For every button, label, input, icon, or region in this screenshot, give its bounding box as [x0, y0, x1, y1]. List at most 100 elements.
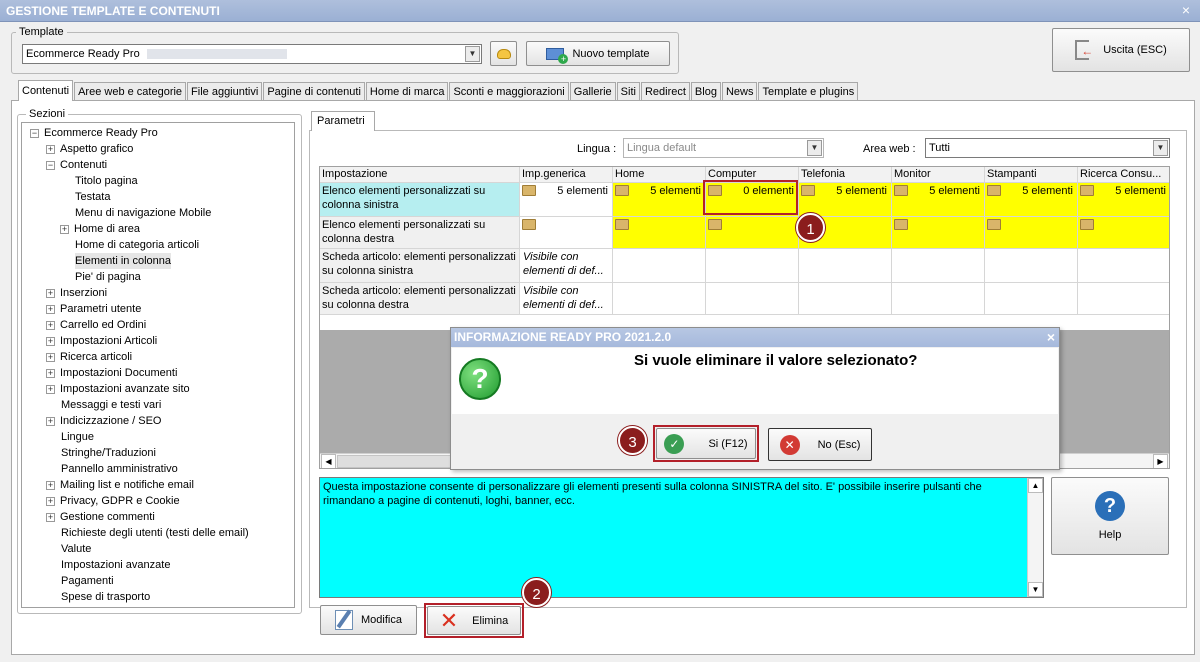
yes-button[interactable]: ✓ Si (F12) [656, 428, 756, 459]
grid-cell[interactable] [1078, 283, 1169, 315]
tab-redirect[interactable]: Redirect [640, 82, 690, 101]
tree-item[interactable]: Menu di navigazione Mobile [75, 205, 211, 221]
chevron-down-icon[interactable]: ▼ [807, 140, 822, 156]
tree-item[interactable]: Messaggi e testi vari [61, 397, 161, 413]
tree-item[interactable]: + Impostazioni avanzate sito [46, 381, 190, 397]
grid-cell[interactable]: Visibile con elementi di def... [520, 283, 613, 315]
grid-header[interactable]: Telefonia [799, 167, 892, 183]
tree-item[interactable]: Valute [61, 541, 91, 557]
tab-gallerie[interactable]: Gallerie [569, 82, 616, 101]
tab-news[interactable]: News [721, 82, 758, 101]
expand-icon[interactable]: + [46, 288, 55, 298]
tree-item[interactable]: + Gestione commenti [46, 509, 155, 525]
tab-pagine-di-contenuti[interactable]: Pagine di contenuti [263, 82, 365, 101]
grid-cell[interactable] [799, 249, 892, 283]
grid-cell[interactable] [1078, 217, 1169, 249]
grid-cell[interactable] [706, 217, 799, 249]
grid-cell[interactable]: Visibile con elementi di def... [520, 249, 613, 283]
tree-item[interactable]: + Aspetto grafico [46, 141, 133, 157]
tab-template-e-plugins[interactable]: Template e plugins [758, 82, 859, 101]
tree-item[interactable]: + Privacy, GDPR e Cookie [46, 493, 180, 509]
tree-item[interactable]: + Indicizzazione / SEO [46, 413, 162, 429]
grid-header[interactable]: Imp.generica [520, 167, 613, 183]
grid-cell[interactable]: 5 elementi [613, 183, 706, 217]
grid-header[interactable]: Home [613, 167, 706, 183]
tree-item[interactable]: Spese di trasporto [61, 589, 150, 605]
tree-item[interactable]: + Inserzioni [46, 285, 107, 301]
tree-item[interactable]: Richieste degli utenti (testi delle emai… [61, 525, 249, 541]
tree-item[interactable]: + Impostazioni Documenti [46, 365, 177, 381]
elimina-button[interactable]: ✕ Elimina [427, 606, 521, 635]
grid-header[interactable]: Ricerca Consu... [1078, 167, 1169, 183]
template-select[interactable]: Ecommerce Ready Pro ▼ [22, 44, 482, 64]
expand-icon[interactable]: + [46, 416, 55, 426]
tab-aree-web-e-categorie[interactable]: Aree web e categorie [74, 82, 187, 101]
description-scrollbar[interactable]: ▲ ▼ [1027, 478, 1043, 597]
new-template-button[interactable]: + Nuovo template [526, 41, 670, 66]
tab-sconti-e-maggiorazioni[interactable]: Sconti e maggiorazioni [449, 82, 569, 101]
grid-cell[interactable] [706, 249, 799, 283]
grid-row-label[interactable]: Scheda articolo: elementi personalizzati… [320, 283, 520, 315]
expand-icon[interactable]: + [60, 224, 69, 234]
collapse-icon[interactable]: − [46, 160, 55, 170]
grid-cell[interactable] [892, 217, 985, 249]
expand-icon[interactable]: + [46, 336, 55, 346]
grid-header[interactable]: Impostazione [320, 167, 520, 183]
help-button[interactable]: ? Help [1051, 477, 1169, 555]
tree-item[interactable]: Titolo pagina [75, 173, 138, 189]
expand-icon[interactable]: + [46, 304, 55, 314]
grid-cell[interactable] [892, 249, 985, 283]
tree-item[interactable]: Pannello amministrativo [61, 461, 178, 477]
lingua-select[interactable]: Lingua default ▼ [623, 138, 824, 158]
grid-cell[interactable] [892, 283, 985, 315]
tab-blog[interactable]: Blog [690, 82, 721, 101]
tab-siti[interactable]: Siti [616, 82, 640, 101]
sections-tree[interactable]: − Ecommerce Ready Pro + Aspetto grafico − Co… [21, 122, 295, 608]
grid-row-label[interactable]: Elenco elementi personalizzati su colonn… [320, 183, 520, 217]
expand-icon[interactable]: + [46, 384, 55, 394]
tree-item[interactable]: Stringhe/Traduzioni [61, 445, 156, 461]
grid-cell[interactable]: 5 elementi [520, 183, 613, 217]
tab-parametri[interactable]: Parametri [311, 111, 375, 131]
tree-item[interactable]: Lingue [61, 429, 94, 445]
expand-icon[interactable]: + [46, 480, 55, 490]
tree-item[interactable]: + Impostazioni Articoli [46, 333, 157, 349]
scroll-left-icon[interactable]: ◀ [321, 454, 336, 468]
scroll-right-icon[interactable]: ▶ [1153, 454, 1168, 468]
tree-item[interactable]: Pagamenti [61, 573, 114, 589]
exit-button[interactable]: ← Uscita (ESC) [1052, 28, 1190, 72]
grid-cell[interactable]: 5 elementi [799, 183, 892, 217]
grid-cell[interactable] [706, 283, 799, 315]
tree-root[interactable]: − Ecommerce Ready Pro [30, 125, 158, 141]
expand-icon[interactable]: + [46, 144, 55, 154]
tree-item[interactable]: − Contenuti [46, 157, 107, 173]
area-select[interactable]: Tutti ▼ [925, 138, 1170, 158]
grid-cell[interactable] [613, 283, 706, 315]
window-close-icon[interactable]: × [1178, 2, 1194, 18]
expand-icon[interactable]: + [46, 368, 55, 378]
tree-item[interactable]: + Mailing list e notifiche email [46, 477, 194, 493]
grid-cell[interactable] [985, 283, 1078, 315]
scroll-down-icon[interactable]: ▼ [1028, 582, 1043, 597]
dialog-close-icon[interactable]: × [1047, 329, 1055, 345]
expand-icon[interactable]: + [46, 512, 55, 522]
description-box[interactable]: Questa impostazione consente di personal… [319, 477, 1044, 598]
scroll-up-icon[interactable]: ▲ [1028, 478, 1043, 493]
grid-cell[interactable] [985, 249, 1078, 283]
expand-icon[interactable]: + [46, 496, 55, 506]
grid-header[interactable]: Stampanti [985, 167, 1078, 183]
grid-row-label[interactable]: Elenco elementi personalizzati su colonn… [320, 217, 520, 249]
no-button[interactable]: ✕ No (Esc) [768, 428, 872, 461]
tree-item[interactable]: Elementi in colonna [75, 253, 172, 269]
tree-item[interactable]: + Carrello ed Ordini [46, 317, 146, 333]
grid-cell[interactable] [613, 217, 706, 249]
modifica-button[interactable]: Modifica [320, 605, 417, 635]
tree-item[interactable]: Impostazioni avanzate [61, 557, 170, 573]
grid-cell[interactable]: 5 elementi [1078, 183, 1169, 217]
tab-home-di-marca[interactable]: Home di marca [365, 82, 449, 101]
grid-cell[interactable]: 5 elementi [892, 183, 985, 217]
grid-cell[interactable] [1078, 249, 1169, 283]
chevron-down-icon[interactable]: ▼ [1153, 140, 1168, 156]
grid-cell[interactable] [799, 283, 892, 315]
tree-item[interactable]: + Parametri utente [46, 301, 141, 317]
